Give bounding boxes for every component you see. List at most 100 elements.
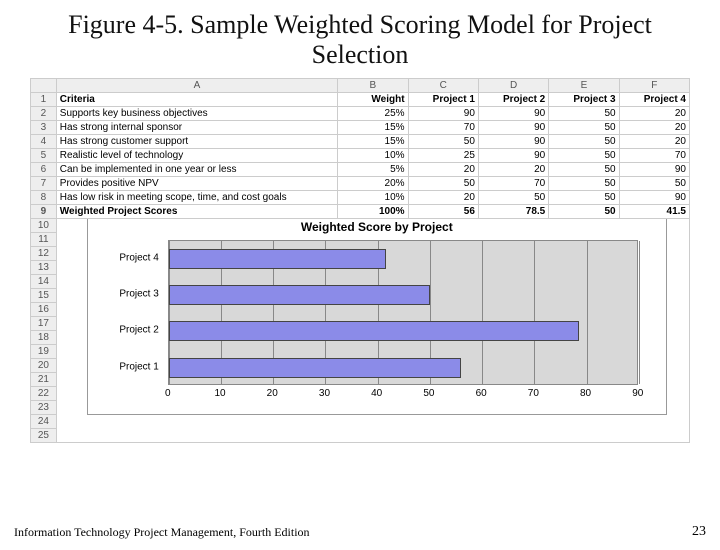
row-num: 20	[31, 358, 57, 372]
p1-cell: 25	[408, 148, 478, 162]
bar	[169, 321, 579, 341]
hdr-criteria: Criteria	[56, 92, 337, 106]
totals-p2: 78.5	[478, 204, 548, 218]
table-row: 5Realistic level of technology10%2590507…	[31, 148, 690, 162]
hdr-weight: Weight	[338, 92, 408, 106]
row-1-num: 1	[31, 92, 57, 106]
p3-cell: 50	[549, 162, 619, 176]
table-row: 2Supports key business objectives25%9090…	[31, 106, 690, 120]
p1-cell: 50	[408, 176, 478, 190]
row-num: 14	[31, 274, 57, 288]
row-num: 12	[31, 246, 57, 260]
row-num: 16	[31, 302, 57, 316]
x-tick: 10	[214, 388, 225, 399]
y-axis-labels: Project 4 Project 3 Project 2 Project 1	[88, 240, 163, 385]
weight-cell: 10%	[338, 148, 408, 162]
row-num: 2	[31, 106, 57, 120]
p2-cell: 90	[478, 106, 548, 120]
p4-cell: 20	[619, 106, 689, 120]
col-header-row: A B C D E F	[31, 78, 690, 92]
row-9-num: 9	[31, 204, 57, 218]
totals-row: 9 Weighted Project Scores 100% 56 78.5 5…	[31, 204, 690, 218]
chart-container-cell: Weighted Score by ProjectProject 4Projec…	[56, 218, 689, 442]
p3-cell: 50	[549, 134, 619, 148]
bar	[169, 285, 430, 305]
row-num: 15	[31, 288, 57, 302]
col-A: A	[56, 78, 337, 92]
y-label: Project 4	[119, 252, 158, 263]
p4-cell: 70	[619, 148, 689, 162]
hdr-p2: Project 2	[478, 92, 548, 106]
criteria-cell: Provides positive NPV	[56, 176, 337, 190]
p4-cell: 20	[619, 120, 689, 134]
weight-cell: 5%	[338, 162, 408, 176]
y-label: Project 2	[119, 325, 158, 336]
y-label: Project 3	[119, 289, 158, 300]
row-num: 8	[31, 190, 57, 204]
p1-cell: 50	[408, 134, 478, 148]
p4-cell: 90	[619, 162, 689, 176]
plot-area	[168, 240, 638, 385]
col-B: B	[338, 78, 408, 92]
totals-p3: 50	[549, 204, 619, 218]
x-tick: 20	[267, 388, 278, 399]
bar	[169, 358, 461, 378]
weighted-score-chart: Weighted Score by ProjectProject 4Projec…	[87, 218, 667, 415]
row-num: 3	[31, 120, 57, 134]
criteria-cell: Has low risk in meeting scope, time, and…	[56, 190, 337, 204]
p2-cell: 90	[478, 134, 548, 148]
hdr-p3: Project 3	[549, 92, 619, 106]
col-E: E	[549, 78, 619, 92]
x-tick: 50	[423, 388, 434, 399]
p4-cell: 20	[619, 134, 689, 148]
totals-p4: 41.5	[619, 204, 689, 218]
row-num: 21	[31, 372, 57, 386]
hdr-p4: Project 4	[619, 92, 689, 106]
weight-cell: 15%	[338, 120, 408, 134]
weight-cell: 25%	[338, 106, 408, 120]
row-num: 25	[31, 428, 57, 442]
criteria-cell: Realistic level of technology	[56, 148, 337, 162]
x-tick: 0	[165, 388, 171, 399]
weight-cell: 15%	[338, 134, 408, 148]
x-tick: 90	[632, 388, 643, 399]
totals-label: Weighted Project Scores	[56, 204, 337, 218]
p2-cell: 90	[478, 120, 548, 134]
gridline	[639, 241, 640, 384]
p2-cell: 70	[478, 176, 548, 190]
x-tick: 70	[528, 388, 539, 399]
x-axis-labels: 0102030405060708090	[168, 388, 638, 408]
table-row: 7Provides positive NPV20%50705050	[31, 176, 690, 190]
table-row: 4Has strong customer support15%50905020	[31, 134, 690, 148]
x-tick: 40	[371, 388, 382, 399]
x-tick: 80	[580, 388, 591, 399]
col-F: F	[619, 78, 689, 92]
bar	[169, 249, 386, 269]
y-label: Project 1	[119, 361, 158, 372]
p1-cell: 90	[408, 106, 478, 120]
x-tick: 30	[319, 388, 330, 399]
p3-cell: 50	[549, 120, 619, 134]
col-C: C	[408, 78, 478, 92]
gridline	[534, 241, 535, 384]
chart-title: Weighted Score by Project	[88, 220, 666, 234]
hdr-p1: Project 1	[408, 92, 478, 106]
totals-weight: 100%	[338, 204, 408, 218]
gridline	[482, 241, 483, 384]
p4-cell: 90	[619, 190, 689, 204]
footer-citation: Information Technology Project Managemen…	[14, 525, 310, 540]
criteria-cell: Supports key business objectives	[56, 106, 337, 120]
totals-p1: 56	[408, 204, 478, 218]
criteria-cell: Can be implemented in one year or less	[56, 162, 337, 176]
p4-cell: 50	[619, 176, 689, 190]
row-num: 24	[31, 414, 57, 428]
p1-cell: 20	[408, 162, 478, 176]
row-num: 11	[31, 232, 57, 246]
row-num: 5	[31, 148, 57, 162]
p3-cell: 50	[549, 190, 619, 204]
weight-cell: 20%	[338, 176, 408, 190]
x-tick: 60	[476, 388, 487, 399]
p3-cell: 50	[549, 106, 619, 120]
p3-cell: 50	[549, 148, 619, 162]
page-number: 23	[692, 524, 706, 540]
